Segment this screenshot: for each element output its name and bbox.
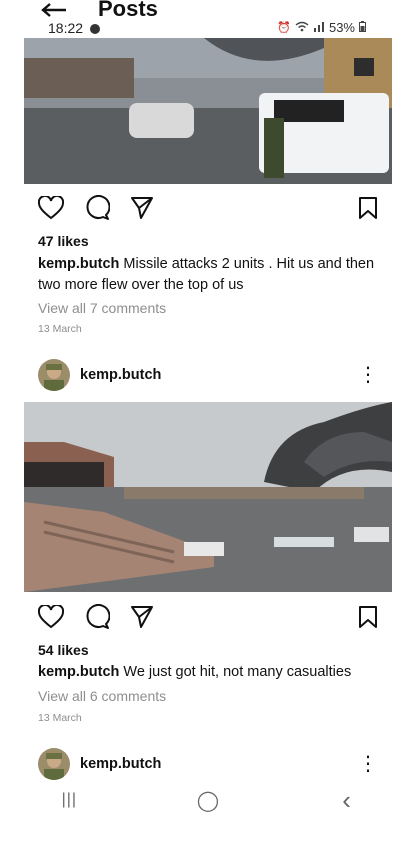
post-caption: kemp.butch Missile attacks 2 units . Hit… xyxy=(38,254,378,296)
home-icon[interactable]: ◯ xyxy=(168,788,248,813)
comment-icon[interactable] xyxy=(84,195,110,221)
status-time: 18:22 xyxy=(48,20,100,36)
post-username[interactable]: kemp.butch xyxy=(80,367,161,383)
post-header: kemp.butch ⋮ xyxy=(38,359,378,391)
post-photo[interactable] xyxy=(24,402,392,592)
more-options-icon[interactable]: ⋮ xyxy=(358,754,378,774)
status-icons: ⏰ 53% xyxy=(277,20,366,35)
alarm-icon: ⏰ xyxy=(277,22,291,34)
caption-username[interactable]: kemp.butch xyxy=(38,256,119,272)
post-username[interactable]: kemp.butch xyxy=(80,756,161,772)
wifi-icon xyxy=(295,20,309,35)
post-actions xyxy=(38,603,378,631)
post-date: 13 March xyxy=(38,323,82,335)
view-comments-link[interactable]: View all 6 comments xyxy=(38,688,166,704)
comment-icon[interactable] xyxy=(84,604,110,630)
post-header: kemp.butch ⋮ xyxy=(38,748,378,780)
like-heart-icon[interactable] xyxy=(38,605,64,629)
recents-icon[interactable]: ||| xyxy=(29,791,109,809)
signal-icon xyxy=(313,20,325,35)
system-navbar: ||| ◯ ‹ xyxy=(0,780,416,820)
post-actions xyxy=(38,194,378,222)
like-count[interactable]: 47 likes xyxy=(38,233,89,249)
share-send-icon[interactable] xyxy=(130,196,154,220)
avatar[interactable] xyxy=(38,359,70,391)
messenger-icon xyxy=(89,24,100,35)
back-icon[interactable]: ‹ xyxy=(307,785,387,816)
caption-username[interactable]: kemp.butch xyxy=(38,664,119,680)
avatar[interactable] xyxy=(38,748,70,780)
bookmark-icon[interactable] xyxy=(358,605,378,629)
bookmark-icon[interactable] xyxy=(358,196,378,220)
more-options-icon[interactable]: ⋮ xyxy=(358,365,378,385)
post-date: 13 March xyxy=(38,712,82,724)
share-send-icon[interactable] xyxy=(130,605,154,629)
post-caption: kemp.butch We just got hit, not many cas… xyxy=(38,662,378,683)
caption-text: We just got hit, not many casualties xyxy=(123,664,352,680)
post-photo[interactable] xyxy=(24,38,392,184)
like-count[interactable]: 54 likes xyxy=(38,642,89,658)
battery-percent: 53% xyxy=(328,20,355,35)
page-title: Posts xyxy=(98,0,158,21)
like-heart-icon[interactable] xyxy=(38,196,64,220)
back-arrow-icon[interactable] xyxy=(40,0,68,18)
view-comments-link[interactable]: View all 7 comments xyxy=(38,300,166,316)
battery-icon xyxy=(359,20,366,35)
